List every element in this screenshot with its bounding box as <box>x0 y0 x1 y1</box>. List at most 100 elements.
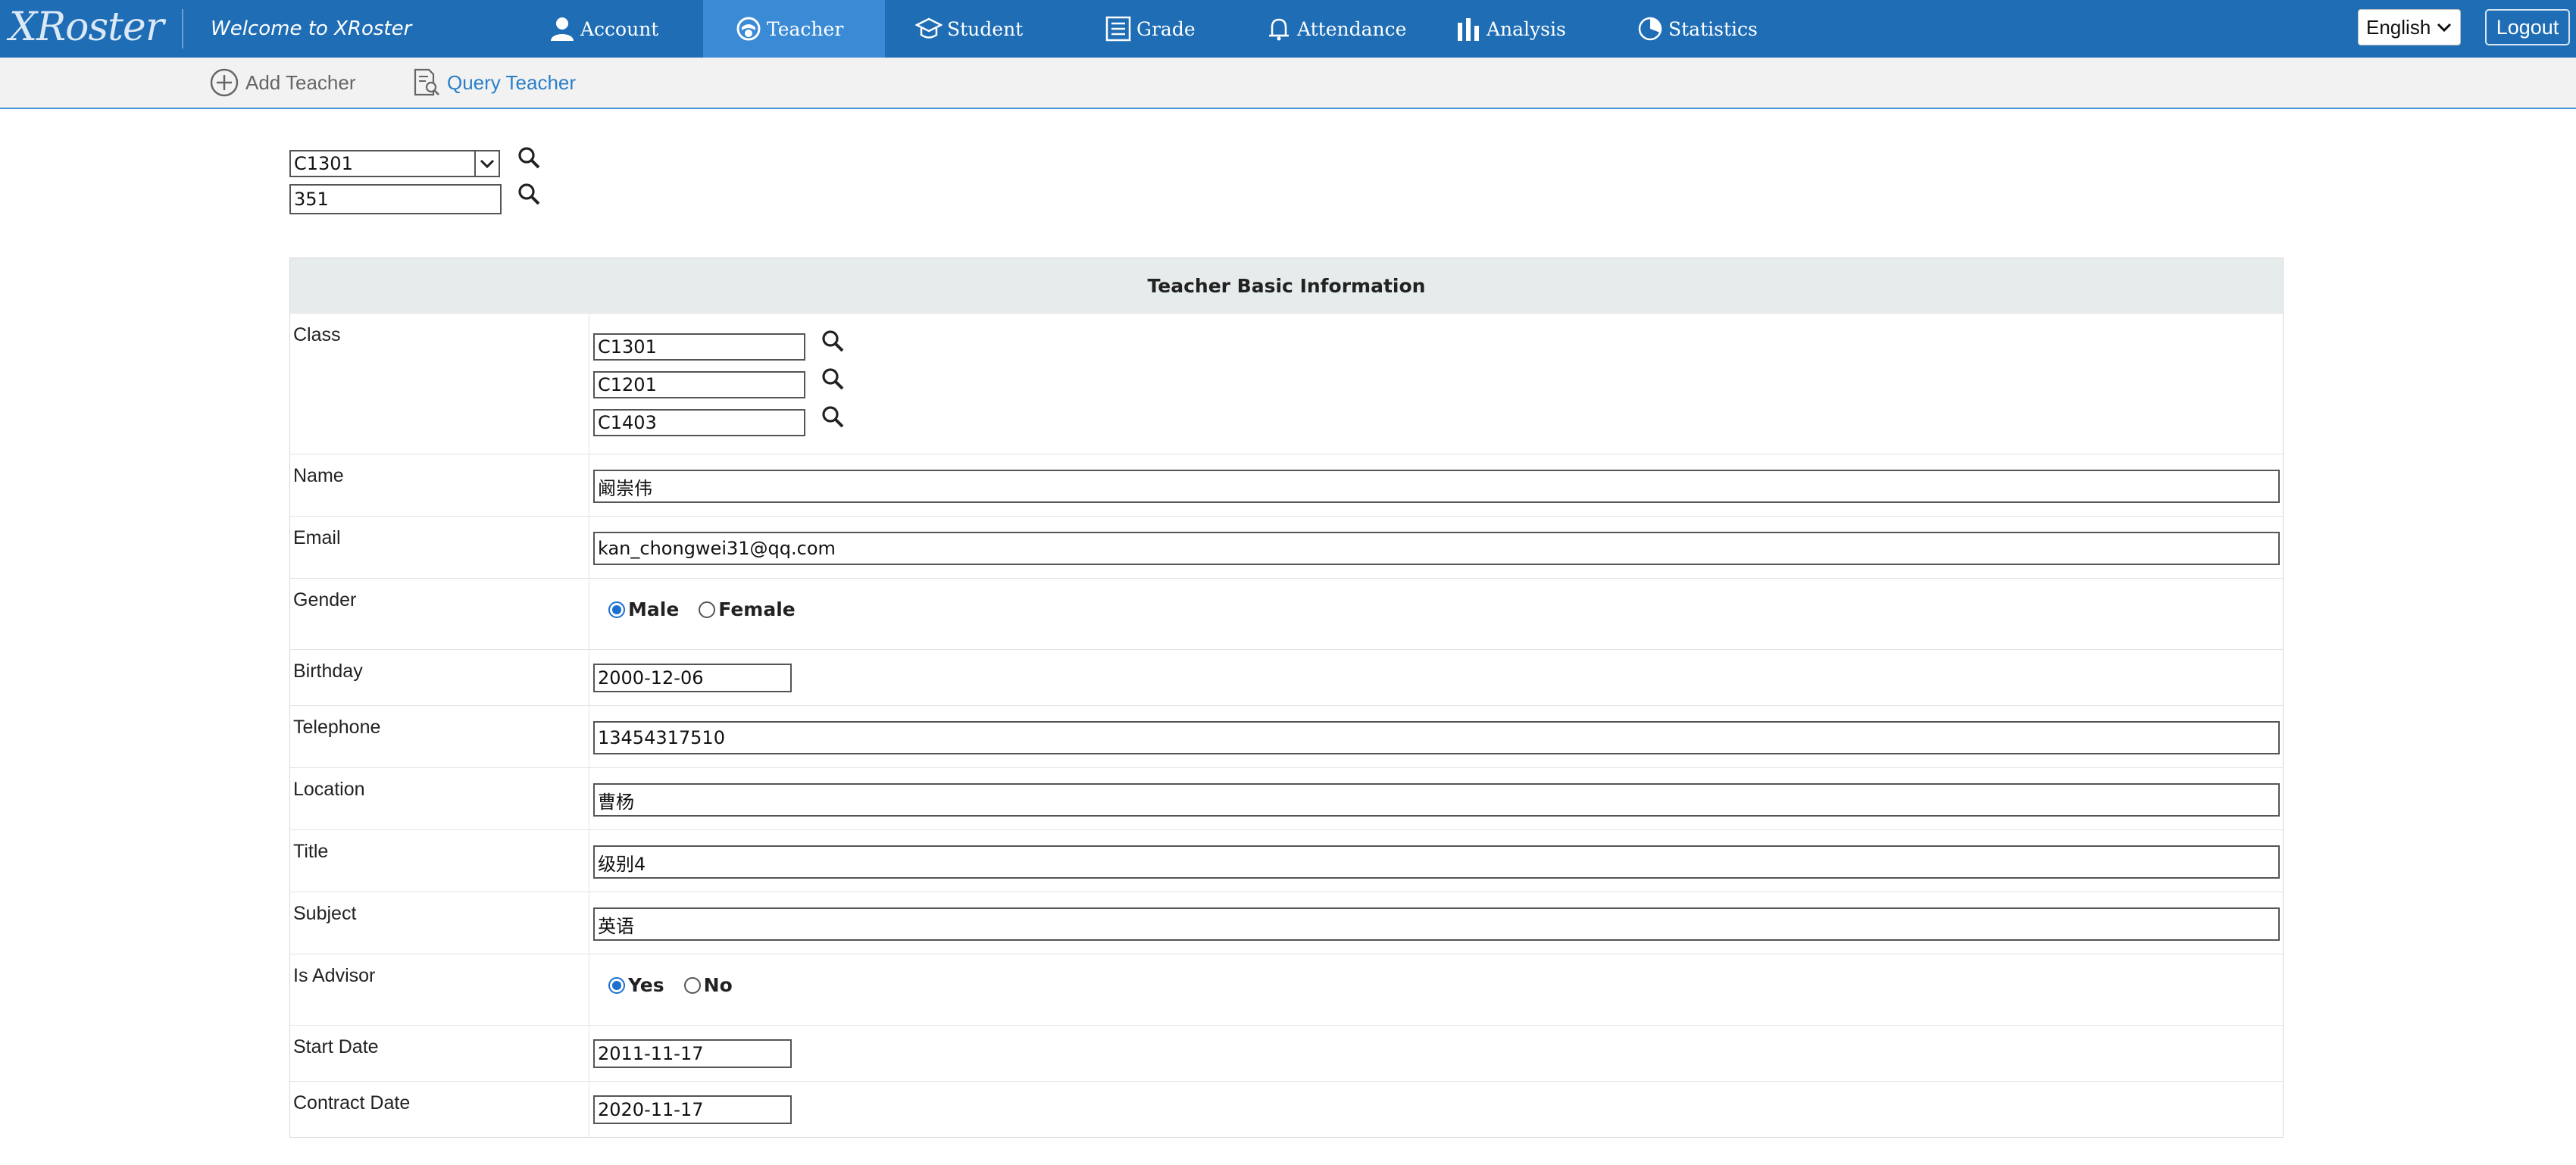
nav-student-label: Student <box>947 17 1024 40</box>
name-input[interactable]: 阚崇伟 <box>593 470 2280 503</box>
gender-female-radio[interactable] <box>699 601 716 618</box>
teacher-id-value: 351 <box>294 189 329 210</box>
label-contract-date: Contract Date <box>293 1092 411 1113</box>
row-subject: Subject 英语 <box>290 892 2283 954</box>
gender-female-option[interactable]: Female <box>699 598 796 620</box>
label-birthday: Birthday <box>293 661 363 682</box>
add-teacher-link[interactable]: Add Teacher <box>209 58 356 108</box>
label-gender: Gender <box>293 589 357 611</box>
logout-button[interactable]: Logout <box>2485 9 2570 45</box>
class-input-3[interactable]: C1403 <box>593 409 805 436</box>
language-select-value: English <box>2366 15 2431 39</box>
row-name: Name 阚崇伟 <box>290 454 2283 517</box>
class-select-dropdown-button[interactable] <box>474 150 500 177</box>
document-search-icon <box>414 68 439 96</box>
label-subject: Subject <box>293 903 357 924</box>
top-navigation-bar: XRoster Welcome to XRoster Account Teach… <box>0 0 2576 58</box>
email-value: kan_chongwei31@qq.com <box>598 538 836 559</box>
language-select[interactable]: English <box>2358 9 2461 45</box>
gender-male-label: Male <box>628 598 680 620</box>
location-input[interactable]: 曹杨 <box>593 783 2280 817</box>
class-search-select[interactable]: C1301 <box>289 150 476 177</box>
welcome-text: Welcome to XRoster <box>211 17 412 40</box>
advisor-no-radio[interactable] <box>683 976 701 994</box>
nav-statistics[interactable]: Statistics <box>1637 0 1758 58</box>
query-teacher-link[interactable]: Query Teacher <box>411 58 576 108</box>
list-icon <box>1105 16 1131 42</box>
row-birthday: Birthday 2000-12-06 <box>290 649 2283 706</box>
class-search-value: C1301 <box>294 153 353 174</box>
teacher-id-search-input[interactable]: 351 <box>289 184 502 214</box>
nav-attendance[interactable]: Attendance <box>1265 0 1409 58</box>
nav-analysis[interactable]: Analysis <box>1455 0 1568 58</box>
search-icon[interactable] <box>821 329 845 353</box>
nav-statistics-label: Statistics <box>1668 17 1758 40</box>
contract-date-input[interactable]: 2020-11-17 <box>593 1095 792 1124</box>
birthday-input[interactable]: 2000-12-06 <box>593 664 792 692</box>
bell-icon <box>1269 18 1289 41</box>
search-icon[interactable] <box>821 367 845 391</box>
teacher-info-table: Teacher Basic Information Class C1301 C1… <box>289 258 2284 1138</box>
search-icon[interactable] <box>517 182 541 206</box>
gender-female-label: Female <box>718 598 796 620</box>
gender-male-option[interactable]: Male <box>608 598 679 620</box>
nav-teacher[interactable]: Teacher <box>703 0 885 58</box>
bar-chart-icon <box>1458 18 1479 41</box>
advisor-no-option[interactable]: No <box>683 974 733 996</box>
label-name: Name <box>293 465 344 486</box>
label-start-date: Start Date <box>293 1036 379 1057</box>
class-value-3: C1403 <box>598 412 657 433</box>
subject-input[interactable]: 英语 <box>593 907 2280 941</box>
chevron-down-icon <box>2437 23 2452 33</box>
row-contract-date: Contract Date 2020-11-17 <box>290 1081 2283 1138</box>
nav-grade[interactable]: Grade <box>1105 0 1203 58</box>
advisor-radio-group: Yes No <box>608 974 752 996</box>
advisor-yes-radio[interactable] <box>608 976 625 994</box>
label-title: Title <box>293 841 329 862</box>
label-location: Location <box>293 779 365 800</box>
advisor-yes-label: Yes <box>628 974 664 996</box>
graduation-cap-icon <box>915 17 943 39</box>
title-input[interactable]: 级别4 <box>593 845 2280 879</box>
gender-radio-group: Male Female <box>608 598 815 620</box>
location-value: 曹杨 <box>598 791 634 813</box>
advisor-yes-option[interactable]: Yes <box>608 974 664 996</box>
telephone-value: 13454317510 <box>598 727 725 748</box>
label-telephone: Telephone <box>293 717 381 738</box>
add-teacher-label: Add Teacher <box>245 70 356 94</box>
search-icon[interactable] <box>821 404 845 429</box>
search-icon[interactable] <box>517 145 541 170</box>
class-input-1[interactable]: C1301 <box>593 333 805 361</box>
class-value-2: C1201 <box>598 374 657 395</box>
gender-male-radio[interactable] <box>608 601 625 618</box>
nav-account[interactable]: Account <box>549 0 685 58</box>
label-class: Class <box>293 324 341 345</box>
start-date-value: 2011-11-17 <box>598 1043 704 1064</box>
pie-chart-icon <box>1638 17 1662 41</box>
class-value-1: C1301 <box>598 336 657 358</box>
label-email: Email <box>293 527 341 548</box>
nav-account-label: Account <box>580 17 659 40</box>
row-gender: Gender Male Female <box>290 578 2283 650</box>
class-input-2[interactable]: C1201 <box>593 371 805 398</box>
telephone-input[interactable]: 13454317510 <box>593 721 2280 754</box>
nav-analysis-label: Analysis <box>1487 17 1566 40</box>
user-icon <box>551 17 574 41</box>
contract-date-value: 2020-11-17 <box>598 1099 704 1120</box>
birthday-value: 2000-12-06 <box>598 667 704 689</box>
teacher-icon <box>736 17 761 41</box>
advisor-no-label: No <box>703 974 733 996</box>
start-date-input[interactable]: 2011-11-17 <box>593 1039 792 1068</box>
sub-navigation-bar: Add Teacher Query Teacher <box>0 58 2576 109</box>
app-logo[interactable]: XRoster <box>9 5 164 50</box>
row-email: Email kan_chongwei31@qq.com <box>290 516 2283 579</box>
row-title: Title 级别4 <box>290 829 2283 892</box>
email-input[interactable]: kan_chongwei31@qq.com <box>593 532 2280 565</box>
plus-circle-icon <box>210 68 239 97</box>
nav-teacher-label: Teacher <box>767 17 844 40</box>
nav-student[interactable]: Student <box>915 0 1029 58</box>
nav-attendance-label: Attendance <box>1297 17 1407 40</box>
name-value: 阚崇伟 <box>598 477 652 499</box>
row-telephone: Telephone 13454317510 <box>290 705 2283 768</box>
row-start-date: Start Date 2011-11-17 <box>290 1025 2283 1082</box>
